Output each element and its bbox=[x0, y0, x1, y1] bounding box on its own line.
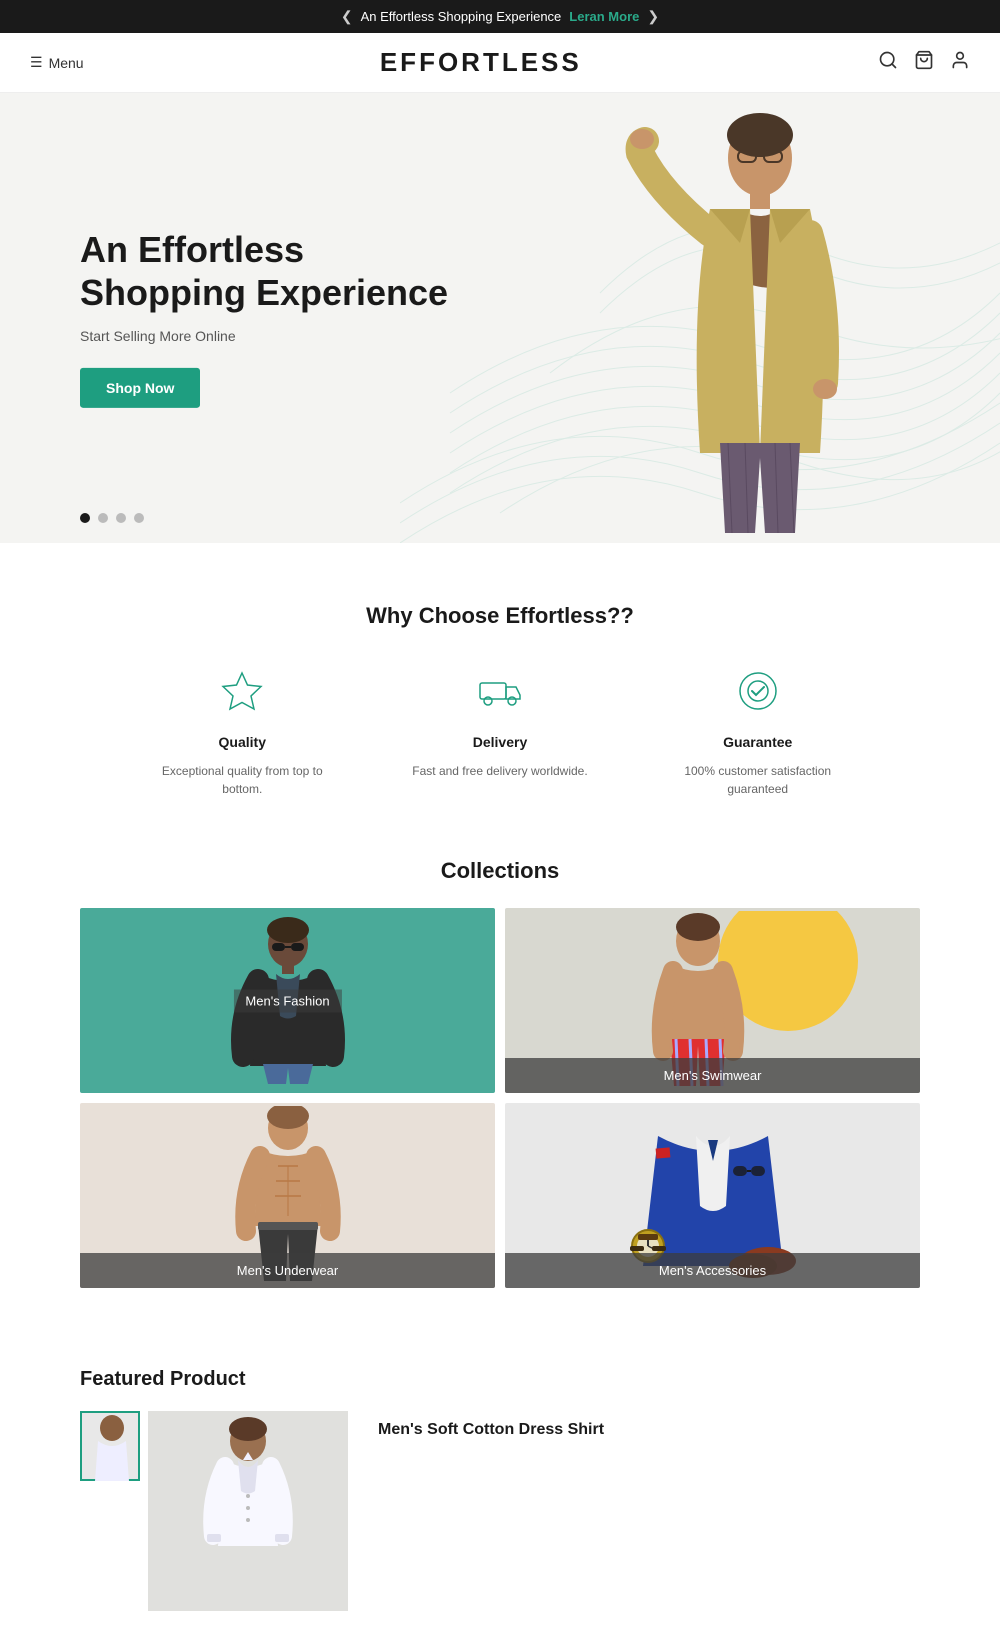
why-features: Quality Exceptional quality from top to … bbox=[80, 669, 920, 798]
next-arrow[interactable]: ❯ bbox=[647, 8, 659, 25]
mens-accessories-label: Men's Accessories bbox=[505, 1253, 920, 1288]
hero-dot-3[interactable] bbox=[116, 513, 126, 523]
star-icon bbox=[220, 669, 264, 722]
hero-dots bbox=[80, 513, 144, 523]
why-feature-delivery: Delivery Fast and free delivery worldwid… bbox=[412, 669, 587, 798]
featured-main-image bbox=[148, 1411, 348, 1611]
delivery-title: Delivery bbox=[473, 734, 527, 750]
announcement-bar: ❮ An Effortless Shopping Experience Lera… bbox=[0, 0, 1000, 33]
quality-title: Quality bbox=[219, 734, 266, 750]
announcement-text: An Effortless Shopping Experience bbox=[361, 9, 562, 24]
hero-title: An Effortless Shopping Experience bbox=[80, 228, 448, 314]
featured-product-name: Men's Soft Cotton Dress Shirt bbox=[378, 1421, 604, 1439]
collection-item-mens-swimwear[interactable]: Men's Swimwear bbox=[505, 908, 920, 1093]
mens-underwear-label: Men's Underwear bbox=[80, 1253, 495, 1288]
guarantee-icon bbox=[736, 669, 780, 722]
mens-swimwear-label: Men's Swimwear bbox=[505, 1058, 920, 1093]
why-feature-guarantee: Guarantee 100% customer satisfaction gua… bbox=[668, 669, 848, 798]
quality-desc: Exceptional quality from top to bottom. bbox=[152, 762, 332, 798]
collection-item-mens-underwear[interactable]: Men's Underwear bbox=[80, 1103, 495, 1288]
search-icon[interactable] bbox=[878, 50, 898, 75]
mens-fashion-label: Men's Fashion bbox=[233, 989, 341, 1012]
why-feature-quality: Quality Exceptional quality from top to … bbox=[152, 669, 332, 798]
hero-person-figure bbox=[620, 103, 900, 533]
learn-more-link[interactable]: Leran More bbox=[569, 9, 639, 24]
header-icons bbox=[878, 50, 970, 75]
hero-section: An Effortless Shopping Experience Start … bbox=[0, 93, 1000, 543]
hero-dot-2[interactable] bbox=[98, 513, 108, 523]
account-icon[interactable] bbox=[950, 50, 970, 75]
shop-now-button[interactable]: Shop Now bbox=[80, 368, 200, 408]
why-section: Why Choose Effortless?? Quality Exceptio… bbox=[0, 543, 1000, 838]
hero-subtitle: Start Selling More Online bbox=[80, 328, 448, 344]
collection-item-mens-fashion[interactable]: Men's Fashion bbox=[80, 908, 495, 1093]
guarantee-desc: 100% customer satisfaction guaranteed bbox=[668, 762, 848, 798]
menu-button[interactable]: ☰ Menu bbox=[30, 54, 84, 71]
menu-label: Menu bbox=[49, 55, 84, 71]
header: ☰ Menu EFFORTLESS bbox=[0, 33, 1000, 93]
delivery-icon bbox=[478, 669, 522, 722]
why-title: Why Choose Effortless?? bbox=[80, 603, 920, 629]
hero-dot-1[interactable] bbox=[80, 513, 90, 523]
featured-product: Men's Soft Cotton Dress Shirt bbox=[80, 1411, 920, 1611]
guarantee-title: Guarantee bbox=[723, 734, 792, 750]
featured-section: Featured Product bbox=[0, 1328, 1000, 1631]
hero-content: An Effortless Shopping Experience Start … bbox=[80, 228, 448, 408]
hamburger-icon: ☰ bbox=[30, 54, 43, 71]
featured-info: Men's Soft Cotton Dress Shirt bbox=[378, 1411, 604, 1439]
collections-section: Collections bbox=[0, 838, 1000, 1328]
featured-images bbox=[80, 1411, 348, 1611]
collection-item-mens-accessories[interactable]: Men's Accessories bbox=[505, 1103, 920, 1288]
cart-icon[interactable] bbox=[914, 50, 934, 75]
featured-title: Featured Product bbox=[80, 1368, 920, 1391]
logo[interactable]: EFFORTLESS bbox=[380, 47, 582, 78]
collections-title: Collections bbox=[80, 858, 920, 884]
delivery-desc: Fast and free delivery worldwide. bbox=[412, 762, 587, 780]
featured-thumbnail[interactable] bbox=[80, 1411, 140, 1481]
collections-grid: Men's Fashion bbox=[80, 908, 920, 1288]
prev-arrow[interactable]: ❮ bbox=[341, 8, 353, 25]
hero-dot-4[interactable] bbox=[134, 513, 144, 523]
